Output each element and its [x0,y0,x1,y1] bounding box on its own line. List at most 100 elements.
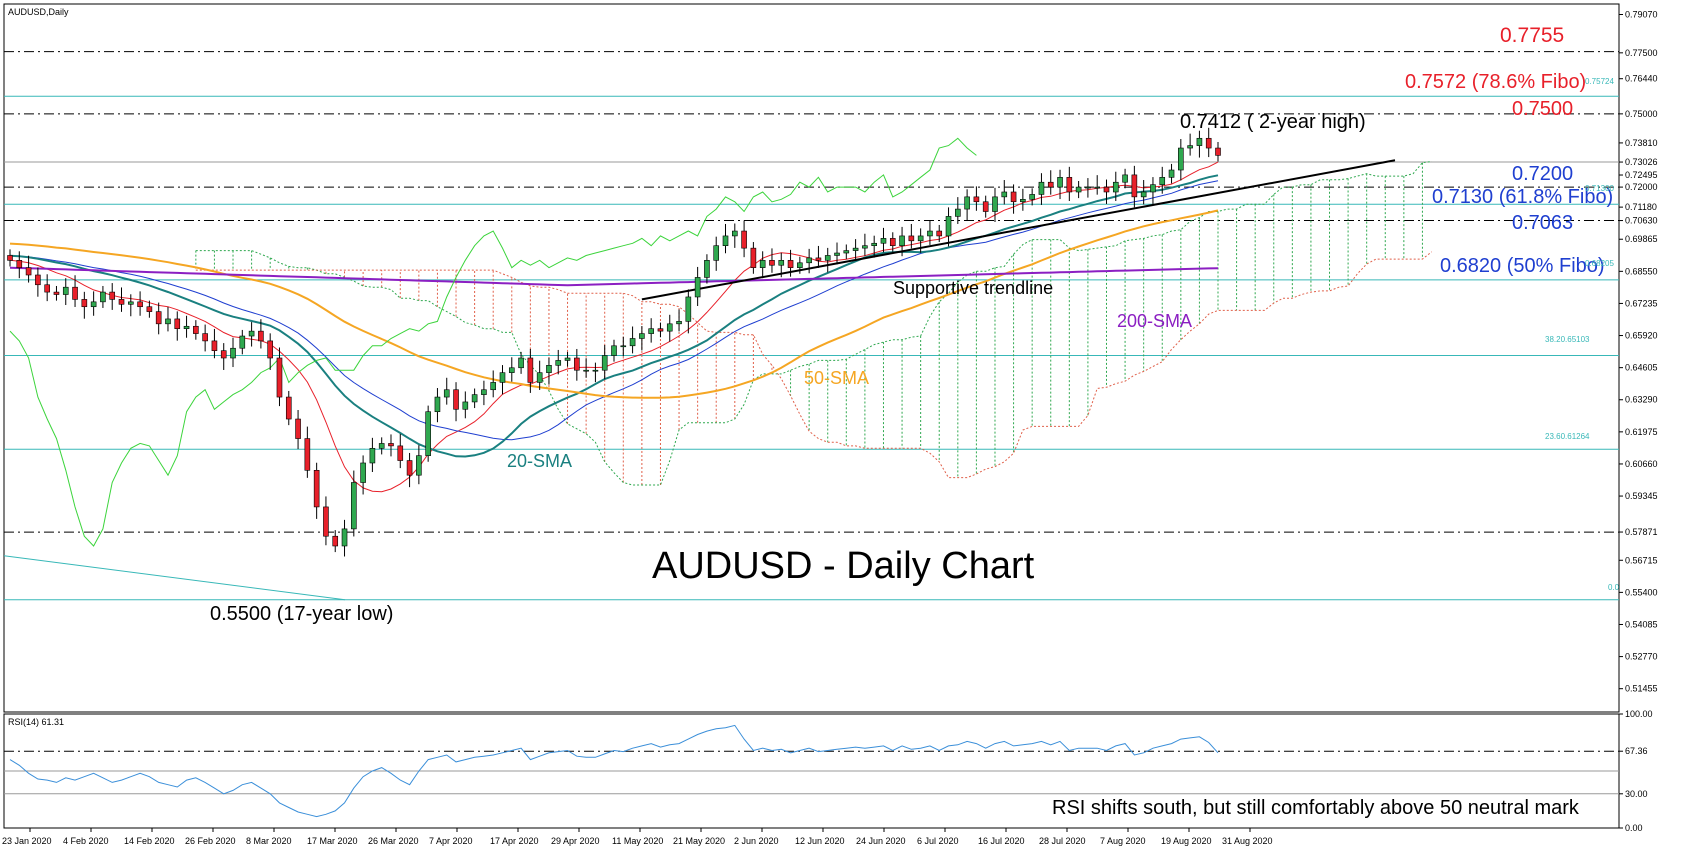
candle-bear [406,460,413,476]
annotation-low: 0.5500 (17-year low) [210,603,393,625]
chart-title: AUDUSD - Daily Chart [652,545,1035,587]
candle-bear [1205,137,1212,149]
y-tick-label: 0.59345 [1625,491,1658,501]
candle-bull [1038,181,1045,195]
candle-bear [193,325,199,334]
rsi-label: RSI(14) 61.31 [8,717,64,727]
candle-bull [508,367,515,373]
candle-bull [1140,191,1147,198]
x-tick-label: 17 Apr 2020 [490,836,539,846]
candle-bear [982,201,989,212]
x-tick-label: 11 May 2020 [612,836,663,846]
candle-bull [239,335,246,349]
level-label-7063: 0.7063 [1512,212,1573,234]
x-tick-label: 16 Jul 2020 [978,836,1025,846]
candle-bear [109,291,116,300]
x-tick-label: 26 Feb 2020 [185,836,236,846]
candle-bull [945,216,952,237]
annotation-rsi: RSI shifts south, but still comfortably … [1052,797,1580,819]
candle-bull [797,262,803,268]
candle-bear [1215,147,1221,156]
x-tick-label: 2 Jun 2020 [734,836,779,846]
candle-bull [1122,174,1128,183]
candle-bear [453,389,459,410]
candle-bear [1103,186,1110,193]
y-tick-label: 0.72495 [1625,170,1658,180]
x-tick-label: 31 Aug 2020 [1222,836,1273,846]
y-tick-label: 0.70630 [1625,216,1658,226]
candle-bear [815,257,822,261]
candle-bear [72,286,78,300]
y-tick-label: 0.69865 [1625,234,1658,244]
level-label-7755: 0.7755 [1500,24,1564,47]
y-tick-label: 0.67235 [1625,298,1658,308]
x-tick-label: 19 Aug 2020 [1161,836,1212,846]
candle-bull [778,260,785,266]
candle-bear [908,235,915,242]
candle-bull [425,411,431,456]
y-tick-label: 0.72000 [1625,182,1658,192]
candle-bull [360,462,366,483]
candle-bull [481,389,487,395]
candle-bull [1168,169,1175,178]
candle-bear [574,357,580,371]
y-tick-label: 0.52770 [1625,652,1658,662]
candle-bull [341,528,348,547]
candle-bull [880,238,887,244]
y-tick-label: 0.75000 [1625,109,1658,119]
candle-bull [713,245,720,261]
candle-bull [90,301,97,308]
y-tick-label: 0.79070 [1625,9,1658,19]
candle-bear [527,357,534,383]
symbol-label: AUDUSD,Daily [8,7,69,17]
candle-bull [1150,184,1156,193]
y-tick-label: 0.73026 [1625,157,1658,167]
candle-bull [165,318,171,325]
candle-bull [676,321,682,325]
rsi-tick-label: 30.00 [1625,789,1648,799]
fibo-label-38: 38.20.65103 [1545,335,1590,344]
candle-bear [202,333,208,342]
candle-bull [183,325,190,330]
candle-bull [564,357,571,361]
candle-bear [81,299,88,308]
x-tick-label: 7 Aug 2020 [1100,836,1146,846]
x-tick-label: 7 Apr 2020 [429,836,473,846]
candle-bear [936,230,943,237]
candle-bear [397,445,404,461]
candle-bear [16,260,23,268]
candle-bull [490,382,497,391]
candle-bull [862,245,868,249]
candle-bear [220,350,227,359]
x-tick-label: 28 Jul 2020 [1039,836,1086,846]
x-tick-label: 4 Feb 2020 [63,836,109,846]
y-tick-label: 0.64605 [1625,363,1658,373]
candle-bear [118,299,125,305]
candle-bear [1010,191,1017,203]
candle-bear [258,330,264,342]
candle-bull [592,369,599,372]
rsi-tick-label: 0.00 [1625,823,1643,833]
candle-bull [1029,194,1035,200]
candle-bull [555,360,562,366]
candle-bear [276,357,283,398]
candle-bull [852,247,859,251]
candle-bull [1159,177,1166,185]
candle-bull [843,250,850,254]
candle-bull [964,196,970,210]
candle-bull [639,333,645,339]
annotation-high: 0.7412 ( 2-year high) [1180,111,1366,133]
candle-bull [899,235,905,246]
candle-bear [1047,181,1054,188]
candle-bear [155,311,162,325]
y-tick-label: 0.57871 [1625,527,1658,537]
candle-bear [267,340,273,359]
candle-bull [434,396,441,413]
level-label-7500: 0.7500 [1512,98,1573,120]
candle-bull [583,369,589,372]
candle-bull [1178,147,1184,171]
fibo-small-label-618: 0.71300 [1585,184,1614,193]
candle-bear [7,255,13,261]
candle-bull [806,257,812,264]
candle-bear [741,230,747,249]
